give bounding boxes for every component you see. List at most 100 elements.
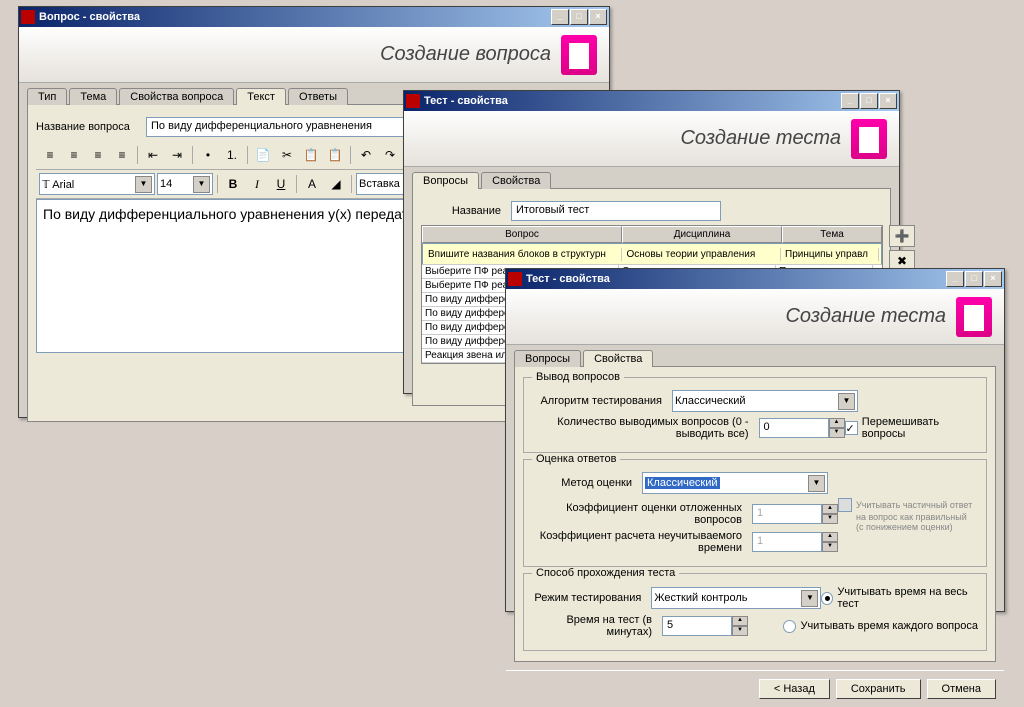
bold-button[interactable]: B: [222, 173, 244, 195]
cancel-button[interactable]: Отмена: [927, 679, 996, 699]
spin-up-icon[interactable]: ▲: [829, 418, 845, 428]
align-right-icon[interactable]: ≡: [87, 144, 109, 166]
window-title: Вопрос - свойства: [39, 11, 551, 23]
bg-color-icon[interactable]: ◢: [325, 173, 347, 195]
list-number-icon[interactable]: 1.: [221, 144, 243, 166]
font-size-select[interactable]: 14▼: [157, 173, 213, 195]
titlebar[interactable]: Вопрос - свойства _ □ ×: [19, 7, 609, 27]
window-title: Тест - свойства: [424, 95, 841, 107]
test-name-label: Название: [421, 205, 511, 217]
list-bullet-icon[interactable]: •: [197, 144, 219, 166]
clipboard-icon: [561, 35, 597, 75]
shuffle-label: Перемешивать вопросы: [862, 416, 978, 440]
tabs: Вопросы Свойства: [412, 171, 899, 188]
tab-type[interactable]: Тип: [27, 88, 67, 105]
tab-questions[interactable]: Вопросы: [514, 350, 581, 367]
save-button[interactable]: Сохранить: [836, 679, 921, 699]
clipboard-icon: [956, 297, 992, 337]
close-button[interactable]: ×: [984, 271, 1002, 287]
indent-dec-icon[interactable]: ⇤: [142, 144, 164, 166]
shuffle-checkbox[interactable]: ✓ Перемешивать вопросы: [845, 416, 978, 440]
back-button[interactable]: < Назад: [759, 679, 830, 699]
align-left-icon[interactable]: ≡: [39, 144, 61, 166]
radio-time-each[interactable]: Учитывать время каждого вопроса: [783, 620, 978, 633]
group-mode: Способ прохождения теста Режим тестирова…: [523, 573, 987, 651]
maximize-button[interactable]: □: [860, 93, 878, 109]
paste-icon[interactable]: 📋: [324, 144, 346, 166]
maximize-button[interactable]: □: [570, 9, 588, 25]
tab-text[interactable]: Текст: [236, 88, 286, 105]
col-theme[interactable]: Тема: [782, 226, 882, 243]
page-title: Создание вопроса: [380, 43, 551, 66]
align-center-icon[interactable]: ≡: [63, 144, 85, 166]
minimize-button[interactable]: _: [946, 271, 964, 287]
app-icon: [406, 94, 420, 108]
coef1-stepper[interactable]: 1 ▲▼: [752, 504, 838, 524]
method-value: Классический: [645, 477, 720, 489]
table-row[interactable]: Впишите названия блоков в структурнОснов…: [422, 243, 882, 265]
col-question[interactable]: Вопрос: [422, 226, 622, 243]
minimize-button[interactable]: _: [551, 9, 569, 25]
time-value[interactable]: 5: [662, 616, 732, 636]
new-icon[interactable]: 📄: [252, 144, 274, 166]
chevron-down-icon: ▼: [135, 176, 152, 193]
redo-icon[interactable]: ↷: [379, 144, 401, 166]
titlebar[interactable]: Тест - свойства _ □ ×: [506, 269, 1004, 289]
page-title: Создание теста: [785, 305, 946, 328]
undo-icon[interactable]: ↶: [355, 144, 377, 166]
maximize-button[interactable]: □: [965, 271, 983, 287]
mode-value: Жесткий контроль: [654, 592, 747, 604]
underline-button[interactable]: U: [270, 173, 292, 195]
tab-props[interactable]: Свойства вопроса: [119, 88, 234, 105]
font-color-icon[interactable]: A: [301, 173, 323, 195]
test-name-input[interactable]: Итоговый тест: [511, 201, 721, 221]
table-cell: Впишите названия блоков в структурн: [425, 248, 622, 261]
checkbox-icon: ✓: [845, 421, 858, 435]
method-label: Метод оценки: [532, 477, 642, 489]
spin-up-icon: ▲: [822, 532, 838, 542]
chevron-down-icon: ▼: [801, 590, 818, 607]
font-size-value: 14: [160, 178, 172, 190]
coef2-value: 1: [752, 532, 822, 552]
indent-inc-icon[interactable]: ⇥: [166, 144, 188, 166]
spin-up-icon[interactable]: ▲: [732, 616, 748, 626]
tab-questions[interactable]: Вопросы: [412, 172, 479, 189]
close-button[interactable]: ×: [879, 93, 897, 109]
align-justify-icon[interactable]: ≡: [111, 144, 133, 166]
spin-down-icon[interactable]: ▼: [732, 626, 748, 636]
tabs: Вопросы Свойства: [514, 349, 1004, 366]
radio-time-all[interactable]: Учитывать время на весь тест: [821, 586, 978, 610]
copy-icon[interactable]: 📋: [300, 144, 322, 166]
qcount-stepper[interactable]: 0 ▲▼: [759, 418, 845, 438]
tab-answers[interactable]: Ответы: [288, 88, 348, 105]
checkbox-disabled-icon: [838, 498, 852, 512]
page-title: Создание теста: [680, 127, 841, 150]
minimize-button[interactable]: _: [841, 93, 859, 109]
algo-select[interactable]: Классический▼: [672, 390, 858, 412]
clipboard-icon: [851, 119, 887, 159]
italic-button[interactable]: I: [246, 173, 268, 195]
time-stepper[interactable]: 5 ▲▼: [662, 616, 748, 636]
method-select[interactable]: Классический ▼: [642, 472, 828, 494]
mode-select[interactable]: Жесткий контроль ▼: [651, 587, 821, 609]
tab-props[interactable]: Свойства: [481, 172, 551, 189]
header: Создание теста: [506, 289, 1004, 345]
spin-down-icon[interactable]: ▼: [829, 428, 845, 438]
close-button[interactable]: ×: [589, 9, 607, 25]
col-discipline[interactable]: Дисциплина: [622, 226, 782, 243]
qcount-value[interactable]: 0: [759, 418, 829, 438]
chevron-down-icon: ▼: [808, 475, 825, 492]
app-icon: [21, 10, 35, 24]
cut-icon[interactable]: ✂: [276, 144, 298, 166]
tab-props[interactable]: Свойства: [583, 350, 653, 367]
add-question-button[interactable]: ➕: [889, 225, 915, 247]
titlebar[interactable]: Тест - свойства _ □ ×: [404, 91, 899, 111]
tab-theme[interactable]: Тема: [69, 88, 117, 105]
spin-down-icon: ▼: [822, 514, 838, 524]
question-name-label: Название вопроса: [36, 121, 146, 133]
group-grading-title: Оценка ответов: [532, 453, 620, 465]
font-family-select[interactable]: 𝕋 Arial▼: [39, 173, 155, 195]
coef2-stepper[interactable]: 1 ▲▼: [752, 532, 838, 552]
button-bar: < Назад Сохранить Отмена: [506, 670, 1004, 707]
algo-value: Классический: [675, 395, 746, 407]
